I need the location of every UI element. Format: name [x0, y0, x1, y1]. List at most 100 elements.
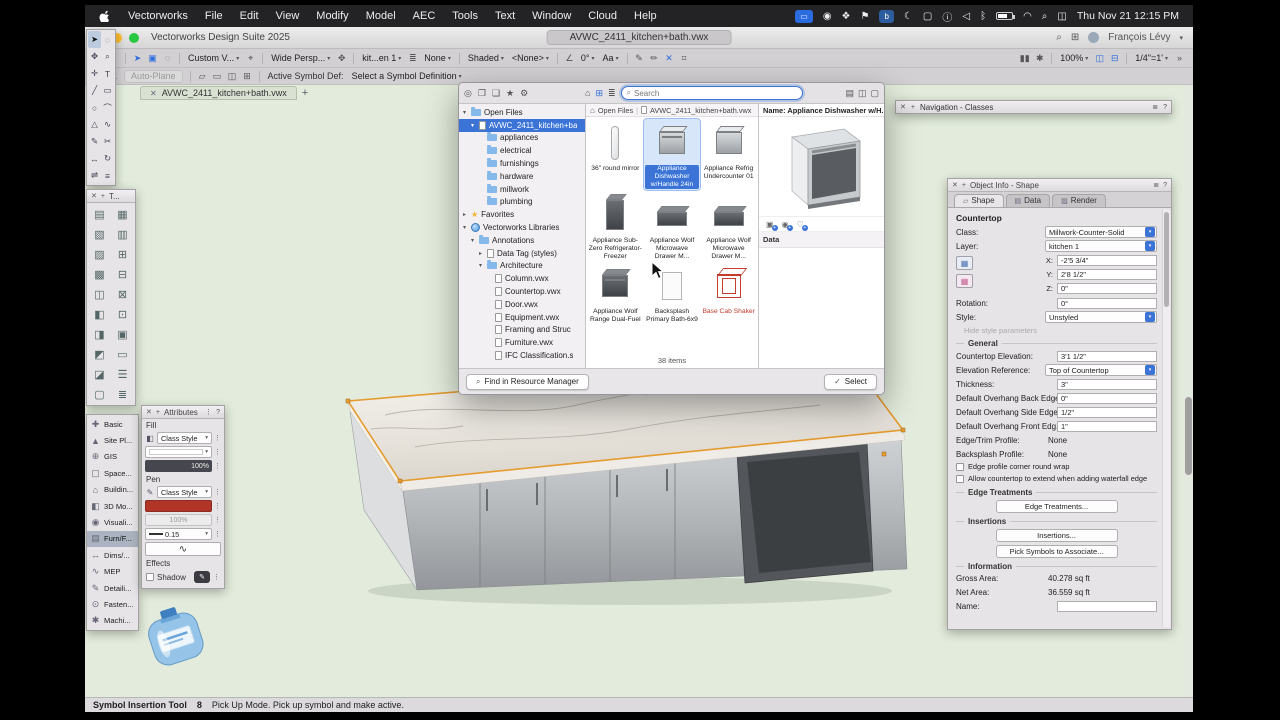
render-style-dropdown[interactable]: <None> ▾	[508, 51, 553, 65]
tree-item[interactable]: Column.vwx	[459, 272, 585, 285]
edge-treatments-button[interactable]: Edge Treatments...	[995, 499, 1118, 513]
tab-shape[interactable]: ▱ Shape	[954, 194, 1004, 207]
dock-icon[interactable]: +	[101, 193, 105, 200]
eyedropper-icon[interactable]: ✏	[647, 51, 662, 65]
menu-item-help[interactable]: Help	[634, 10, 657, 22]
tool-set-visuali-[interactable]: ◉ Visuali...	[87, 514, 138, 530]
furnishing-tool-15[interactable]: ◩	[88, 344, 111, 364]
insert-mode-4-icon[interactable]: ⊞	[240, 69, 255, 83]
tree-item[interactable]: ▾ Annotations	[459, 234, 585, 247]
tree-item[interactable]: electrical	[459, 144, 585, 157]
countertop-elevation-field[interactable]: 3'1 1/2"	[1057, 350, 1157, 362]
tree-item[interactable]: plumbing	[459, 196, 585, 209]
pick-symbols-button[interactable]: Pick Symbols to Associate...	[995, 544, 1118, 558]
find-in-resource-manager-button[interactable]: ⌕ Find in Resource Manager	[466, 373, 589, 390]
tool-set-machi-[interactable]: ✱ Machi...	[87, 613, 138, 629]
split-view-icon[interactable]: ◫	[858, 88, 867, 99]
tool-set-basic[interactable]: ✚ Basic	[87, 416, 138, 432]
disclosure-icon[interactable]: ▸	[461, 211, 468, 218]
menu-item-cloud[interactable]: Cloud	[588, 10, 617, 22]
view-home-icon[interactable]: ⌂	[585, 88, 590, 98]
furnishing-tool-4[interactable]: ▥	[111, 224, 134, 244]
select-button[interactable]: ✓ Select	[824, 373, 877, 390]
disclosure-icon[interactable]: ▾	[477, 262, 484, 269]
fill-style-dropdown[interactable]: Class Style ▾	[157, 432, 212, 444]
help-icon[interactable]: ?	[1163, 104, 1167, 111]
stack-order-tool[interactable]: ≡	[101, 167, 114, 184]
zoom-dropdown[interactable]: 100% ▾	[1056, 51, 1092, 65]
tool-set-furn-f-[interactable]: ▤ Furn/F...	[87, 530, 138, 548]
record-indicator-icon[interactable]: ◉	[823, 11, 832, 22]
tree-item[interactable]: ▾ Vectorworks Libraries	[459, 221, 585, 234]
effects-menu-icon[interactable]: ⋮	[213, 573, 220, 581]
tool-set-3d-mo-[interactable]: ◧ 3D Mo...	[87, 498, 138, 514]
close-tab-icon[interactable]: ✕	[150, 89, 157, 98]
pen-attributes-icon[interactable]: ✎	[632, 51, 647, 65]
user-chevron-icon[interactable]: ▾	[1179, 34, 1183, 42]
menu-item-modify[interactable]: Modify	[316, 10, 348, 22]
symbol-cell[interactable]: Appliance Wolf Range Dual-Fuel	[587, 262, 644, 332]
tree-item[interactable]: Door.vwx	[459, 298, 585, 311]
pen-style-dropdown[interactable]: Class Style ▾	[157, 486, 212, 498]
line-weight-dropdown[interactable]: 0.15 ▾	[145, 528, 212, 540]
scissors-tool[interactable]: ✂	[101, 133, 114, 150]
checkbox[interactable]	[956, 474, 964, 483]
control-center-icon[interactable]: ◫	[1057, 11, 1066, 22]
name-field[interactable]	[1057, 601, 1157, 613]
elevation-reference-dropdown[interactable]: Top of Countertop ▾	[1045, 364, 1157, 376]
display-icon[interactable]: ▢	[923, 11, 932, 22]
z-coordinate-field[interactable]: 0"	[1057, 283, 1157, 294]
fill-opacity-menu-icon[interactable]: ⋮	[214, 462, 221, 470]
x-coordinate-field[interactable]: -2'5 3/4"	[1057, 255, 1157, 266]
canvas-vertical-scrollbar[interactable]	[1184, 85, 1193, 697]
furnishing-tool-18[interactable]: ☰	[111, 364, 134, 384]
edge-profile-corner-checkbox[interactable]: Edge profile corner round wrap	[956, 462, 1157, 472]
rotation-field[interactable]: 0°	[1057, 297, 1157, 309]
help-icon[interactable]: ?	[216, 409, 220, 416]
furnishing-tool-8[interactable]: ⊟	[111, 264, 134, 284]
pencil-tool[interactable]: ✎	[88, 133, 101, 150]
lasso-tool[interactable]: ◌	[101, 31, 114, 48]
menu-item-text[interactable]: Text	[495, 10, 515, 22]
zoom-window-button[interactable]	[129, 32, 139, 43]
tool-set-buildin-[interactable]: ⌂ Buildin...	[87, 482, 138, 498]
moon-icon[interactable]: ☾	[904, 11, 913, 22]
resource-window-icon[interactable]: ❐	[478, 88, 486, 99]
pane-layout-icon[interactable]: ⊟	[1107, 51, 1122, 65]
saved-views-dropdown[interactable]: Custom V... ▾	[184, 51, 243, 65]
window-titlebar[interactable]: Vectorworks Design Suite 2025 AVWC_2411_…	[85, 27, 1193, 49]
disclosure-icon[interactable]: ▾	[469, 237, 476, 244]
multi-view-icon[interactable]: ◫	[1092, 51, 1107, 65]
tree-item[interactable]: appliances	[459, 132, 585, 145]
preview-camera-icon[interactable]: ◉	[782, 220, 793, 231]
furnishing-tool-9[interactable]: ◫	[88, 284, 111, 304]
view-list-icon[interactable]: ≣	[608, 88, 616, 99]
tree-item[interactable]: millwork	[459, 183, 585, 196]
dock-icon[interactable]: +	[156, 409, 160, 416]
thickness-field[interactable]: 3"	[1057, 378, 1157, 390]
tree-item[interactable]: Furniture.vwx	[459, 336, 585, 349]
close-icon[interactable]: ✕	[952, 181, 958, 189]
symbol-cell[interactable]: Appliance Wolf Microwave Drawer M...	[644, 191, 701, 262]
close-icon[interactable]: ✕	[900, 103, 906, 111]
help-icon[interactable]: ?	[1163, 182, 1167, 189]
view-grid-icon[interactable]: ⊞	[595, 88, 603, 99]
menubar-clock[interactable]: Thu Nov 21 12:15 PM	[1077, 10, 1179, 22]
resource-settings-icon[interactable]: ⚙	[520, 88, 528, 99]
overhang-front-field[interactable]: 1"	[1057, 420, 1157, 432]
class-options-dropdown[interactable]: None ▾	[420, 51, 455, 65]
menu-icon[interactable]: ≣	[1153, 181, 1159, 189]
direct-select-icon[interactable]: ▣	[145, 51, 160, 65]
selection-tool[interactable]: ➤	[88, 31, 101, 48]
mirror-tool[interactable]: ⇌	[88, 167, 101, 184]
furnishing-tool-12[interactable]: ⊡	[111, 304, 134, 324]
document-tab[interactable]: ✕ AVWC_2411_kitchen+bath.vwx	[140, 86, 297, 100]
tree-item[interactable]: IFC Classification.s	[459, 349, 585, 362]
tree-item[interactable]: ▾ Open Files	[459, 106, 585, 119]
shadow-settings-button[interactable]: ✎	[194, 571, 210, 583]
flyover-icon[interactable]: ✥	[334, 51, 349, 65]
apple-menu-icon[interactable]	[99, 10, 112, 23]
furnishing-tool-2[interactable]: ▦	[111, 204, 134, 224]
active-layer-dropdown[interactable]: kit...en 1 ▾	[358, 51, 405, 65]
titlebar-layout-icon[interactable]: ⊞	[1071, 32, 1079, 43]
